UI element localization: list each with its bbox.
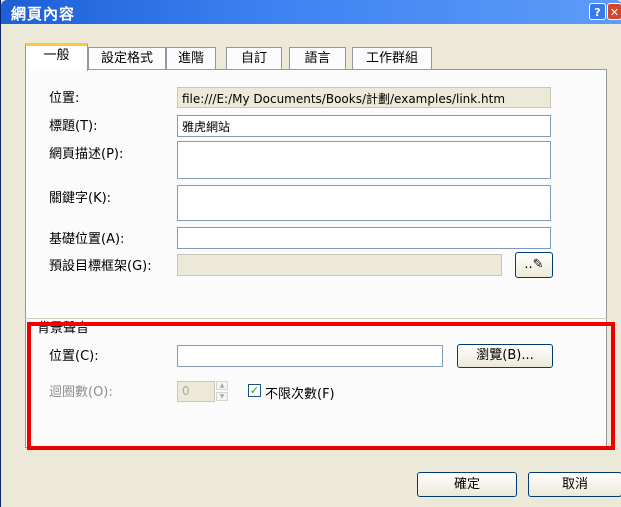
description-label: 網頁描述(P): — [49, 147, 124, 162]
section-separator — [25, 318, 607, 319]
tab-general[interactable]: 一般 — [25, 43, 88, 71]
description-textarea[interactable] — [177, 141, 551, 179]
default-target-label: 預設目標框架(G): — [49, 259, 152, 274]
change-target-frame-button[interactable]: ..✎ — [515, 252, 553, 278]
base-location-input[interactable] — [177, 227, 551, 249]
tab-formatting[interactable]: 設定格式 — [88, 47, 166, 70]
tab-language[interactable]: 語言 — [289, 47, 346, 70]
location-label: 位置: — [49, 91, 80, 106]
tab-custom[interactable]: 自訂 — [226, 47, 282, 70]
tab-workgroup[interactable]: 工作群組 — [352, 47, 432, 70]
cancel-button[interactable]: 取消 — [528, 472, 621, 497]
title-label: 標題(T): — [49, 119, 98, 134]
keywords-textarea[interactable] — [177, 185, 551, 221]
page-properties-dialog: 網頁內容 ? ✕ 一般 設定格式 進階 自訂 語言 工作群組 位置: file:… — [0, 0, 621, 507]
highlight-box — [27, 322, 615, 450]
location-field: file:///E:/My Documents/Books/計劃/example… — [177, 87, 551, 108]
default-target-field — [177, 254, 502, 276]
pencil-icon: ..✎ — [524, 257, 544, 272]
close-button[interactable]: ✕ — [607, 3, 621, 20]
ok-button[interactable]: 確定 — [417, 472, 517, 497]
help-button[interactable]: ? — [589, 3, 606, 20]
tab-advanced[interactable]: 進階 — [166, 47, 216, 70]
title-bar[interactable]: 網頁內容 ? ✕ — [1, 0, 621, 24]
title-input[interactable]: 雅虎網站 — [177, 115, 551, 137]
keywords-label: 關鍵字(K): — [49, 191, 112, 206]
base-location-label: 基礎位置(A): — [49, 232, 125, 247]
window-title: 網頁內容 — [11, 5, 76, 23]
